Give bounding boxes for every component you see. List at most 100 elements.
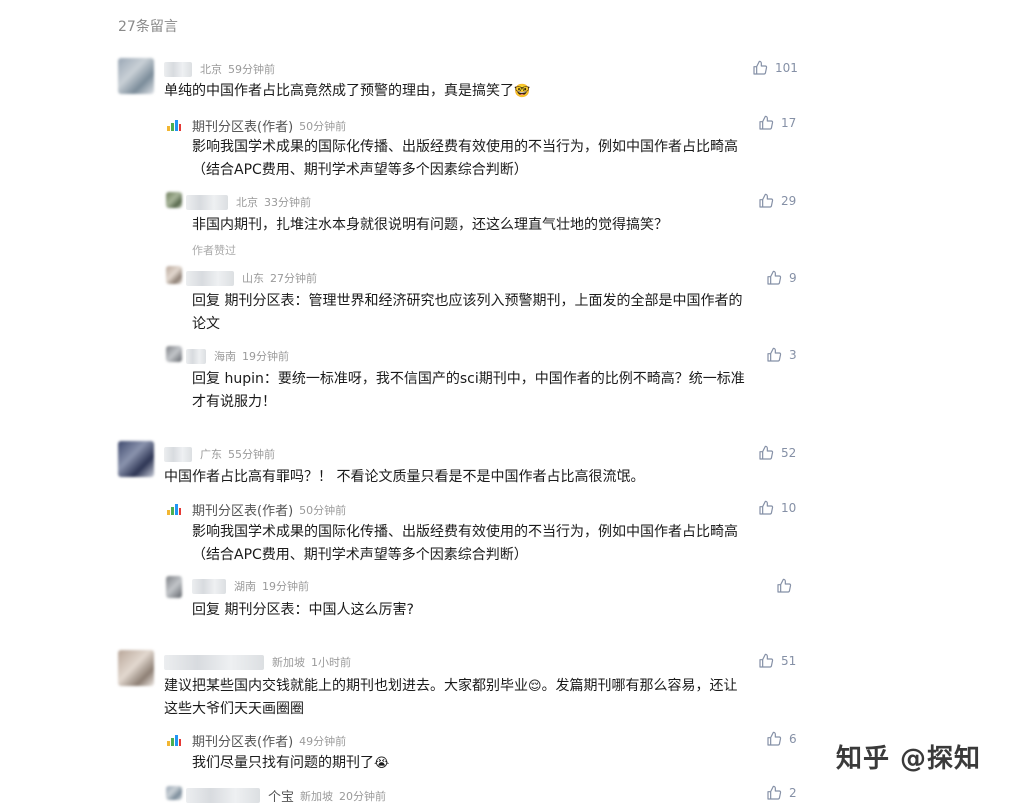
reply-text-line: 影响我国学术成果的国际化传播、出版经费有效使用的不当行为，例如中国作者占比畸高 — [192, 139, 738, 155]
blurred-username — [164, 61, 192, 77]
reply-text-line: （结合APC费用、期刊学术声望等多个因素综合判断） — [192, 162, 528, 178]
avatar[interactable] — [166, 266, 182, 284]
reply-text-line: 影响我国学术成果的国际化传播、出版经费有效使用的不当行为，例如中国作者占比畸高 — [192, 524, 738, 540]
avatar[interactable] — [166, 576, 182, 598]
comment-text: 中国作者占比高有罪吗？！ 不看论文质量只看是不是中国作者占比高很流氓。 — [164, 469, 645, 485]
location: 湖南 — [234, 580, 256, 593]
avatar[interactable] — [166, 346, 182, 362]
comment-text-line: 建议把某些国内交钱就能上的期刊也划进去。大家都别毕业😌。发篇期刊哪有那么容易，还… — [164, 678, 738, 694]
reply-text-line: （结合APC费用、期刊学术声望等多个因素综合判断） — [192, 547, 528, 563]
timestamp: 50分钟前 — [299, 503, 347, 517]
like-button[interactable]: 52 — [758, 445, 796, 461]
location: 广东 — [200, 448, 222, 461]
timestamp: 19分钟前 — [242, 350, 289, 363]
like-count: 10 — [781, 501, 797, 515]
like-count: 29 — [781, 194, 797, 208]
watermark: 知乎 @探知 — [836, 744, 982, 774]
blurred-username — [164, 446, 192, 462]
like-button[interactable]: 3 — [766, 347, 797, 363]
blurred-username — [192, 578, 226, 594]
like-count: 9 — [789, 271, 797, 285]
comment-text-line: 这些大爷们天天画圈圈 — [164, 701, 304, 717]
author-name[interactable]: 期刊分区表(作者) — [192, 500, 293, 519]
reply-text: 我们尽量只找有问题的期刊了😭 — [192, 755, 390, 771]
thumbs-up-icon — [759, 445, 774, 460]
reply-meta: 湖南 19分钟前 — [192, 578, 309, 594]
avatar[interactable] — [118, 441, 154, 477]
timestamp: 19分钟前 — [262, 580, 309, 593]
avatar[interactable] — [118, 650, 154, 686]
thumbs-up-icon — [759, 193, 774, 208]
reply-meta: 北京 33分钟前 — [186, 194, 311, 210]
timestamp: 33分钟前 — [264, 196, 311, 209]
reply-meta: 个宝 新加坡 20分钟前 — [186, 786, 386, 805]
thumbs-up-icon — [767, 731, 782, 746]
reply-text: 回复 期刊分区表：中国人这么厉害? — [192, 602, 414, 618]
like-button[interactable]: 29 — [758, 193, 796, 209]
reply-text-line: 回复 期刊分区表：管理世界和经济研究也应该列入预警期刊，上面发的全部是中国作者的 — [192, 293, 743, 309]
emoji: 😭 — [374, 756, 390, 771]
reply-meta: 山东 27分钟前 — [186, 270, 317, 286]
timestamp: 20分钟前 — [339, 789, 387, 803]
like-button[interactable]: 101 — [752, 60, 798, 76]
thumbs-up-icon — [759, 500, 774, 515]
comment-meta: 新加坡 1小时前 — [164, 654, 351, 670]
timestamp: 50分钟前 — [299, 119, 347, 133]
comment-meta: 北京 59分钟前 — [164, 61, 275, 77]
like-count: 51 — [781, 654, 797, 668]
journal-logo-icon — [166, 732, 182, 748]
like-count: 17 — [781, 116, 797, 130]
reply-meta: 期刊分区表(作者) 49分钟前 — [192, 731, 347, 751]
avatar[interactable] — [166, 192, 182, 208]
thumbs-up-icon — [753, 60, 768, 75]
like-button[interactable] — [776, 578, 799, 594]
blurred-username — [186, 788, 260, 803]
journal-logo-icon — [166, 501, 182, 517]
timestamp: 55分钟前 — [228, 448, 275, 461]
emoji: 😌 — [528, 679, 542, 694]
like-count: 52 — [781, 446, 797, 460]
thumbs-up-icon — [777, 578, 792, 593]
emoji: 🤓 — [514, 84, 531, 99]
thumbs-up-icon — [759, 653, 774, 668]
like-count: 6 — [789, 732, 797, 746]
thumbs-up-icon — [767, 347, 782, 362]
thumbs-up-icon — [767, 785, 782, 800]
thumbs-up-icon — [759, 115, 774, 130]
like-button[interactable]: 10 — [758, 500, 796, 516]
like-button[interactable]: 6 — [766, 731, 797, 747]
username-tail[interactable]: 个宝 — [268, 786, 294, 805]
reply-text-line: 回复 hupin：要统一标准呀，我不信国产的sci期刊中，中国作者的比例不畸高？… — [192, 371, 745, 387]
reply-text-line: 论文 — [192, 316, 220, 332]
like-button[interactable]: 17 — [758, 115, 796, 131]
timestamp: 27分钟前 — [270, 272, 317, 285]
like-count: 3 — [789, 348, 797, 362]
location: 北京 — [236, 196, 258, 209]
author-name[interactable]: 期刊分区表(作者) — [192, 731, 293, 750]
location: 海南 — [214, 350, 236, 363]
comment-text: 单纯的中国作者占比高竟然成了预警的理由，真是搞笑了🤓 — [164, 83, 531, 99]
comment-count: 27条留言 — [118, 19, 178, 35]
location: 山东 — [242, 272, 264, 285]
author-name[interactable]: 期刊分区表(作者) — [192, 116, 293, 135]
reply-meta: 期刊分区表(作者) 50分钟前 — [192, 500, 347, 520]
location: 北京 — [200, 63, 222, 76]
avatar[interactable] — [118, 58, 154, 94]
like-button[interactable]: 2 — [766, 785, 797, 801]
reply-meta: 期刊分区表(作者) 50分钟前 — [192, 116, 347, 136]
reply-meta: 海南 19分钟前 — [186, 348, 289, 364]
like-button[interactable]: 9 — [766, 270, 797, 286]
location: 新加坡 — [300, 789, 334, 803]
blurred-username — [186, 270, 234, 286]
blurred-username — [186, 348, 206, 364]
timestamp: 1小时前 — [311, 656, 351, 669]
location: 新加坡 — [272, 656, 305, 669]
comment-meta: 广东 55分钟前 — [164, 446, 275, 462]
thumbs-up-icon — [767, 270, 782, 285]
blurred-username — [164, 654, 264, 670]
author-liked-note: 作者赞过 — [192, 244, 236, 257]
timestamp: 49分钟前 — [299, 734, 347, 748]
timestamp: 59分钟前 — [228, 63, 275, 76]
like-button[interactable]: 51 — [758, 653, 796, 669]
journal-logo-icon — [166, 117, 182, 133]
